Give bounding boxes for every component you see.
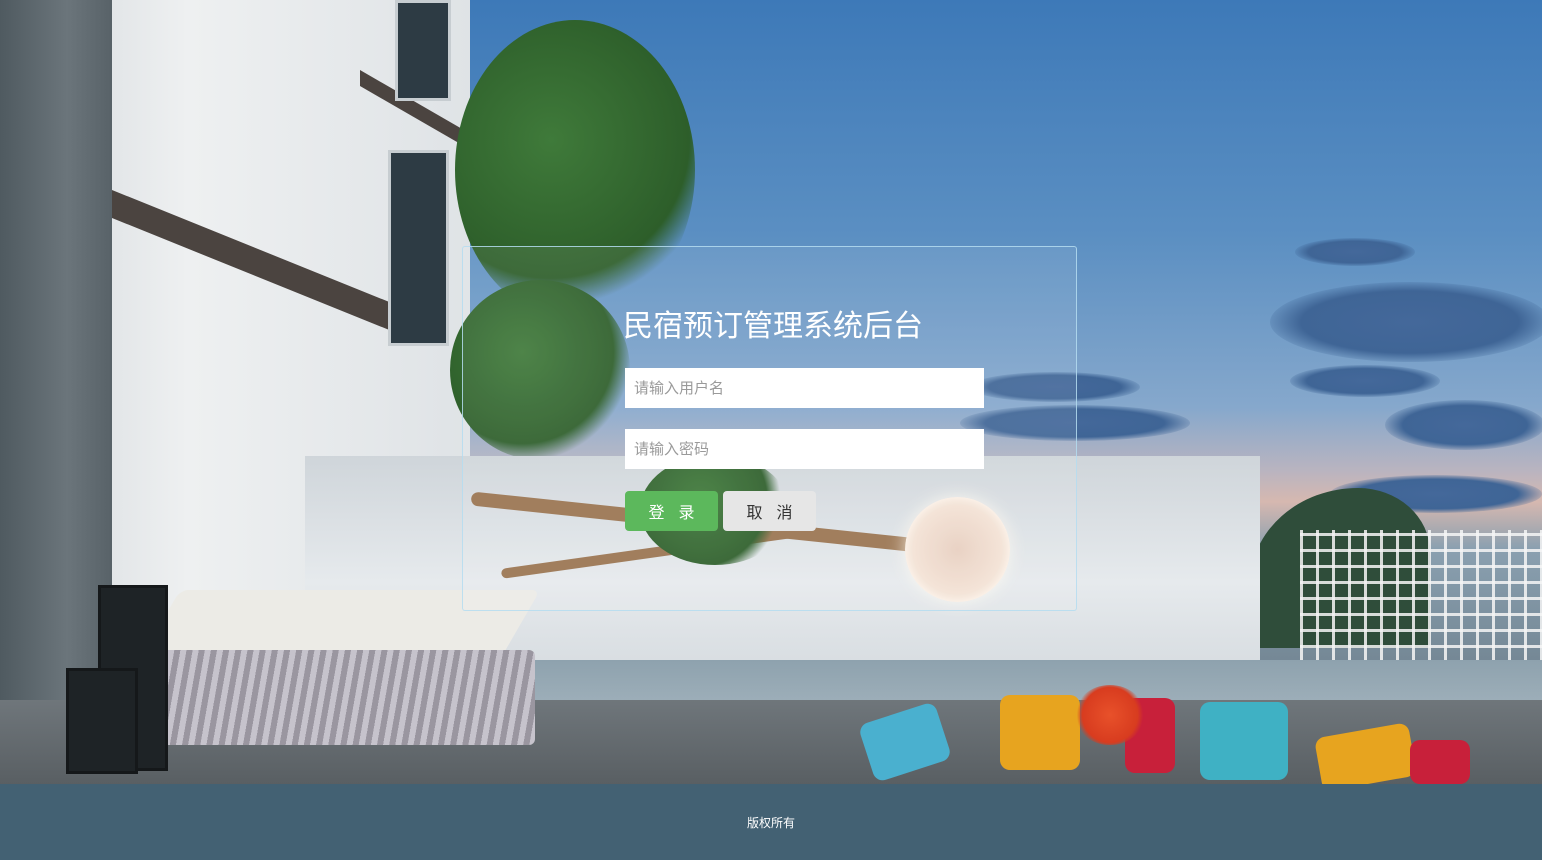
lantern-shape [66,668,138,774]
cloud-shape [1270,282,1542,362]
cushion-shape [1200,702,1288,780]
cloud-shape [1295,238,1415,266]
login-title: 民宿预订管理系统后台 [623,309,923,344]
window-shape [388,150,449,346]
cushion-shape [1410,740,1470,784]
cloud-shape [1290,365,1440,397]
lounger-chair [150,650,535,745]
login-panel: 民宿预订管理系统后台 登录 取消 [462,246,1077,611]
stone-pillar [0,0,112,784]
cushion-shape [1000,695,1080,770]
footer: 版权所有 [0,784,1542,860]
username-input[interactable] [625,368,984,408]
login-screen: 民宿预订管理系统后台 登录 取消 版权所有 [0,0,1542,860]
window-shape [395,0,451,101]
copyright-text: 版权所有 [746,815,795,830]
flower-bouquet [1075,685,1145,745]
cancel-button[interactable]: 取消 [723,491,816,531]
pergola-structure [1300,530,1542,680]
login-button[interactable]: 登录 [625,491,718,531]
password-input[interactable] [625,429,984,469]
cloud-shape [1385,400,1542,450]
